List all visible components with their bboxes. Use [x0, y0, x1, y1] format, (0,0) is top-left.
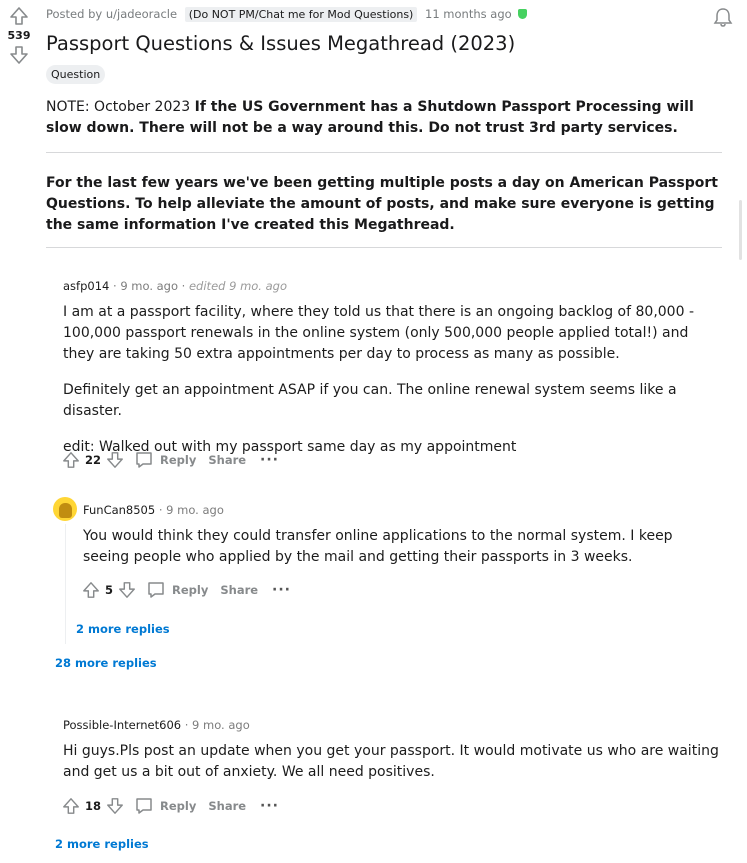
downvote-icon[interactable]	[106, 451, 124, 469]
note-prefix: NOTE: October 2023	[46, 99, 195, 115]
reply-icon[interactable]	[134, 450, 154, 470]
more-options-button[interactable]: ···	[260, 798, 279, 814]
comment-meta: asfp014 · 9 mo. ago · edited 9 mo. ago	[63, 279, 287, 293]
reply-button[interactable]: Reply	[160, 453, 196, 467]
vote-count: 5	[105, 583, 114, 597]
comment-paragraph: I am at a passport facility, where they …	[63, 304, 694, 362]
comment-time[interactable]: 9 mo. ago	[166, 503, 224, 517]
post-flair[interactable]: Question	[46, 65, 106, 84]
post-intro: For the last few years we've been gettin…	[46, 175, 718, 233]
post-vote-column: 539	[6, 6, 32, 65]
reply-icon[interactable]	[146, 580, 166, 600]
downvote-icon[interactable]	[9, 45, 29, 65]
vote-count: 18	[85, 799, 102, 813]
comment-body: You would think they could transfer onli…	[83, 526, 723, 583]
comment-meta: FunCan8505 · 9 mo. ago	[83, 503, 224, 517]
reply-icon[interactable]	[134, 796, 154, 816]
share-button[interactable]: Share	[208, 453, 246, 467]
mod-shield-icon	[518, 9, 528, 19]
reply-button[interactable]: Reply	[160, 799, 196, 813]
more-options-button[interactable]: ···	[272, 582, 291, 598]
reply-button[interactable]: Reply	[172, 583, 208, 597]
upvote-icon[interactable]	[62, 451, 80, 469]
post-author[interactable]: Posted by u/jadeoracle	[46, 7, 177, 21]
upvote-icon[interactable]	[9, 6, 29, 26]
divider	[46, 247, 722, 248]
share-button[interactable]: Share	[220, 583, 258, 597]
comment-body: Hi guys.Pls post an update when you get …	[63, 741, 723, 798]
comment-paragraph: You would think they could transfer onli…	[83, 528, 673, 565]
vote-count: 22	[85, 453, 102, 467]
comment-paragraph: Definitely get an appointment ASAP if yo…	[63, 382, 677, 419]
post-meta: Posted by u/jadeoracle (Do NOT PM/Chat m…	[46, 7, 528, 22]
comment-time[interactable]: 9 mo. ago	[120, 279, 178, 293]
comment-author[interactable]: FunCan8505	[83, 503, 155, 517]
comment-body: I am at a passport facility, where they …	[63, 302, 723, 473]
comment-actions: 5 Reply Share ···	[82, 579, 291, 601]
thread-line[interactable]	[65, 524, 66, 644]
more-replies-link[interactable]: 2 more replies	[55, 837, 149, 851]
comment-actions: 18 Reply Share ···	[62, 795, 279, 817]
comment-time[interactable]: 9 mo. ago	[192, 718, 250, 732]
scrollbar[interactable]	[739, 200, 742, 260]
more-replies-link[interactable]: 2 more replies	[76, 622, 170, 636]
post-time[interactable]: 11 months ago	[425, 7, 512, 21]
downvote-icon[interactable]	[106, 797, 124, 815]
share-button[interactable]: Share	[208, 799, 246, 813]
comment-paragraph: Hi guys.Pls post an update when you get …	[63, 743, 719, 780]
comment-meta: Possible-Internet606 · 9 mo. ago	[63, 718, 250, 732]
more-replies-link[interactable]: 28 more replies	[55, 656, 157, 670]
upvote-icon[interactable]	[82, 581, 100, 599]
author-flair: (Do NOT PM/Chat me for Mod Questions)	[184, 7, 418, 22]
post-score: 539	[7, 29, 31, 42]
comment-actions: 22 Reply Share ···	[62, 449, 279, 471]
notification-bell-icon[interactable]	[712, 6, 734, 28]
more-options-button[interactable]: ···	[260, 452, 279, 468]
comment-edited: edited 9 mo. ago	[188, 279, 287, 293]
divider	[46, 152, 722, 153]
post-title[interactable]: Passport Questions & Issues Megathread (…	[46, 32, 515, 55]
upvote-icon[interactable]	[62, 797, 80, 815]
comment-author[interactable]: Possible-Internet606	[63, 718, 181, 732]
comment-author[interactable]: asfp014	[63, 279, 109, 293]
post-note: NOTE: October 2023 If the US Government …	[46, 97, 726, 139]
downvote-icon[interactable]	[118, 581, 136, 599]
avatar[interactable]	[53, 497, 77, 521]
